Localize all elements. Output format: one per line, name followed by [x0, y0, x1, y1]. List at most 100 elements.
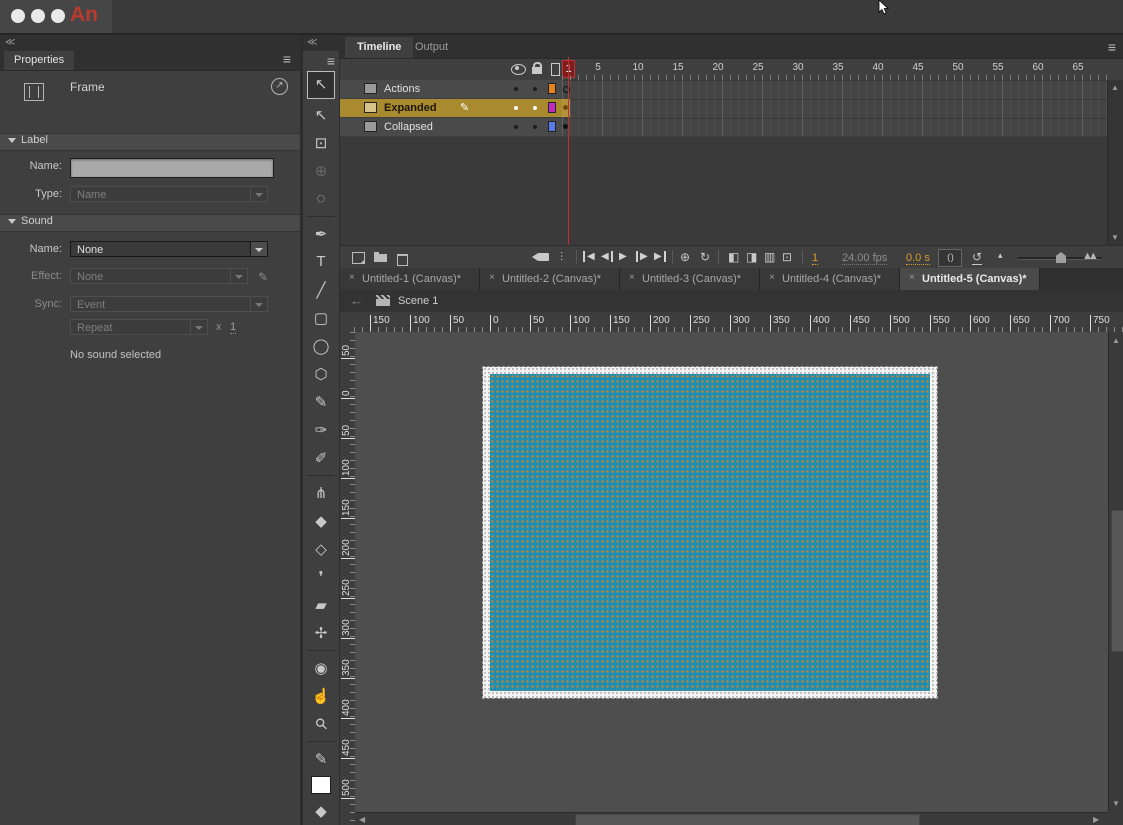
- camera-tool[interactable]: ◉: [303, 654, 339, 682]
- edit-multiple-frames-button[interactable]: ▥: [764, 250, 775, 264]
- stage-selected-rectangle[interactable]: [490, 374, 930, 691]
- scroll-up-icon[interactable]: ▲: [1111, 83, 1119, 92]
- outline-all-layers-icon[interactable]: [551, 63, 560, 76]
- zoom-out-frames-icon[interactable]: ▴: [998, 250, 1003, 261]
- bone-tool[interactable]: ⋔: [303, 479, 339, 507]
- layer-outline-color-swatch[interactable]: [548, 83, 556, 94]
- scroll-right-icon[interactable]: ▶: [1093, 815, 1099, 824]
- stage-selection-border[interactable]: [483, 367, 937, 698]
- reset-timeline-zoom-button[interactable]: ↺: [972, 250, 982, 265]
- step-forward-button[interactable]: ▶: [636, 251, 648, 262]
- subselection-tool[interactable]: ↖: [303, 101, 339, 129]
- horizontal-scrollbar-thumb[interactable]: [575, 814, 920, 825]
- go-to-last-frame-button[interactable]: ▶: [654, 251, 666, 262]
- tab-properties[interactable]: Properties: [4, 51, 74, 70]
- close-tab-icon[interactable]: ×: [769, 272, 775, 283]
- layer-outline-color-swatch[interactable]: [548, 102, 556, 113]
- label-section-header[interactable]: Label: [0, 133, 300, 151]
- close-tab-icon[interactable]: ×: [489, 272, 495, 283]
- layer-visibility-dot[interactable]: [514, 125, 518, 129]
- free-transform-tool[interactable]: ⊡: [303, 129, 339, 157]
- layer-visibility-dot[interactable]: [514, 106, 518, 110]
- eraser-tool[interactable]: ▰: [303, 591, 339, 619]
- layer-lock-dot[interactable]: [533, 87, 537, 91]
- eyedropper-tool[interactable]: ❜: [303, 563, 339, 591]
- layer-row-actions[interactable]: Actions: [340, 80, 562, 98]
- layer-outline-color-swatch[interactable]: [548, 121, 556, 132]
- pasteboard[interactable]: [355, 332, 1108, 812]
- sound-section-header[interactable]: Sound: [0, 214, 300, 232]
- vertical-scrollbar-thumb[interactable]: [1111, 510, 1123, 652]
- document-tab-5[interactable]: ×Untitled-5 (Canvas)*: [900, 268, 1040, 290]
- fill-color-bucket[interactable]: ◆: [303, 797, 339, 825]
- zoom-in-frames-icon[interactable]: ▲▲: [1082, 250, 1094, 262]
- label-name-input[interactable]: [70, 158, 274, 178]
- rotation-3d-tool[interactable]: ⊕: [303, 157, 339, 185]
- canvas-horizontal-scrollbar[interactable]: ◀ ▶: [355, 812, 1108, 825]
- layer-lock-dot[interactable]: [533, 106, 537, 110]
- ink-bottle-tool[interactable]: ◇: [303, 535, 339, 563]
- canvas-vertical-scrollbar[interactable]: ▲ ▼: [1108, 332, 1123, 812]
- document-tab-4[interactable]: ×Untitled-4 (Canvas)*: [760, 268, 900, 290]
- current-frame-value[interactable]: 1: [812, 252, 818, 265]
- close-tab-icon[interactable]: ×: [349, 272, 355, 283]
- zoom-window-button[interactable]: [51, 9, 65, 23]
- document-tab-2[interactable]: ×Untitled-2 (Canvas)*: [480, 268, 620, 290]
- zoom-tool[interactable]: ⚲: [303, 710, 339, 738]
- tab-output[interactable]: Output: [403, 37, 460, 58]
- scroll-down-icon[interactable]: ▼: [1112, 799, 1120, 808]
- show-hide-all-layers-icon[interactable]: [511, 64, 526, 75]
- properties-menu-icon[interactable]: ≡: [283, 51, 290, 67]
- loop-range-button[interactable]: ( ): [938, 249, 962, 267]
- scroll-down-icon[interactable]: ▼: [1111, 233, 1119, 242]
- layer-row-collapsed[interactable]: Collapsed: [340, 118, 562, 136]
- convert-to-symbol-icon[interactable]: ↗: [271, 78, 288, 95]
- elapsed-time-value[interactable]: 0.0 s: [906, 252, 930, 265]
- document-tab-1[interactable]: ×Untitled-1 (Canvas)*: [340, 268, 480, 290]
- text-tool[interactable]: T: [303, 248, 339, 276]
- add-camera-button[interactable]: [538, 253, 549, 261]
- classic-brush-tool[interactable]: ✐: [303, 444, 339, 472]
- pen-tool[interactable]: ✒: [303, 220, 339, 248]
- modify-markers-button[interactable]: ⊡: [782, 250, 792, 264]
- layer-visibility-dot[interactable]: [514, 87, 518, 91]
- collapse-panel-icon[interactable]: ≪: [307, 37, 315, 48]
- paint-brush-tool[interactable]: ✑: [303, 416, 339, 444]
- collapse-panel-icon[interactable]: ≪: [5, 37, 13, 48]
- timeline-vertical-scrollbar[interactable]: ▲ ▼: [1107, 80, 1123, 245]
- play-button[interactable]: ▶: [619, 251, 627, 262]
- line-tool[interactable]: ╱: [303, 276, 339, 304]
- lasso-tool[interactable]: ◌: [303, 185, 339, 213]
- stroke-color-swatch[interactable]: [311, 776, 331, 794]
- tools-menu-icon[interactable]: ≡: [327, 53, 334, 69]
- new-layer-button[interactable]: [352, 252, 365, 264]
- paint-bucket-tool[interactable]: ◆: [303, 507, 339, 535]
- onion-skin-button[interactable]: ◧: [728, 250, 739, 264]
- repeat-count-value[interactable]: 1: [230, 321, 236, 334]
- timeline-frame-grid[interactable]: [562, 80, 1108, 136]
- scroll-up-icon[interactable]: ▲: [1112, 336, 1120, 345]
- center-frame-button[interactable]: ⊕: [680, 250, 690, 264]
- minimize-window-button[interactable]: [31, 9, 45, 23]
- timeline-menu-icon[interactable]: ≡: [1108, 39, 1115, 55]
- stroke-color-pencil[interactable]: ✎: [303, 745, 339, 773]
- step-back-button[interactable]: ◀: [601, 251, 613, 262]
- rectangle-tool[interactable]: ▢: [303, 304, 339, 332]
- go-to-first-frame-button[interactable]: ◀: [583, 251, 595, 262]
- asset-warp-tool[interactable]: ✢: [303, 619, 339, 647]
- delete-button[interactable]: [397, 254, 408, 266]
- onion-skin-outlines-button[interactable]: ◨: [746, 250, 757, 264]
- hand-tool[interactable]: ☝: [303, 682, 339, 710]
- close-tab-icon[interactable]: ×: [909, 272, 915, 283]
- layer-lock-dot[interactable]: [533, 125, 537, 129]
- close-tab-icon[interactable]: ×: [629, 272, 635, 283]
- selection-tool[interactable]: ↖: [307, 71, 335, 99]
- frame-size-slider-thumb[interactable]: [1056, 252, 1066, 263]
- show-layer-depth-button[interactable]: ⫶: [560, 250, 562, 265]
- loop-playback-button[interactable]: ↻: [700, 250, 710, 264]
- oval-tool[interactable]: ◯: [303, 332, 339, 360]
- scroll-left-icon[interactable]: ◀: [359, 815, 365, 824]
- lock-all-layers-icon[interactable]: [532, 67, 542, 74]
- pencil-tool[interactable]: ✎: [303, 388, 339, 416]
- sound-name-dropdown[interactable]: None: [70, 241, 268, 257]
